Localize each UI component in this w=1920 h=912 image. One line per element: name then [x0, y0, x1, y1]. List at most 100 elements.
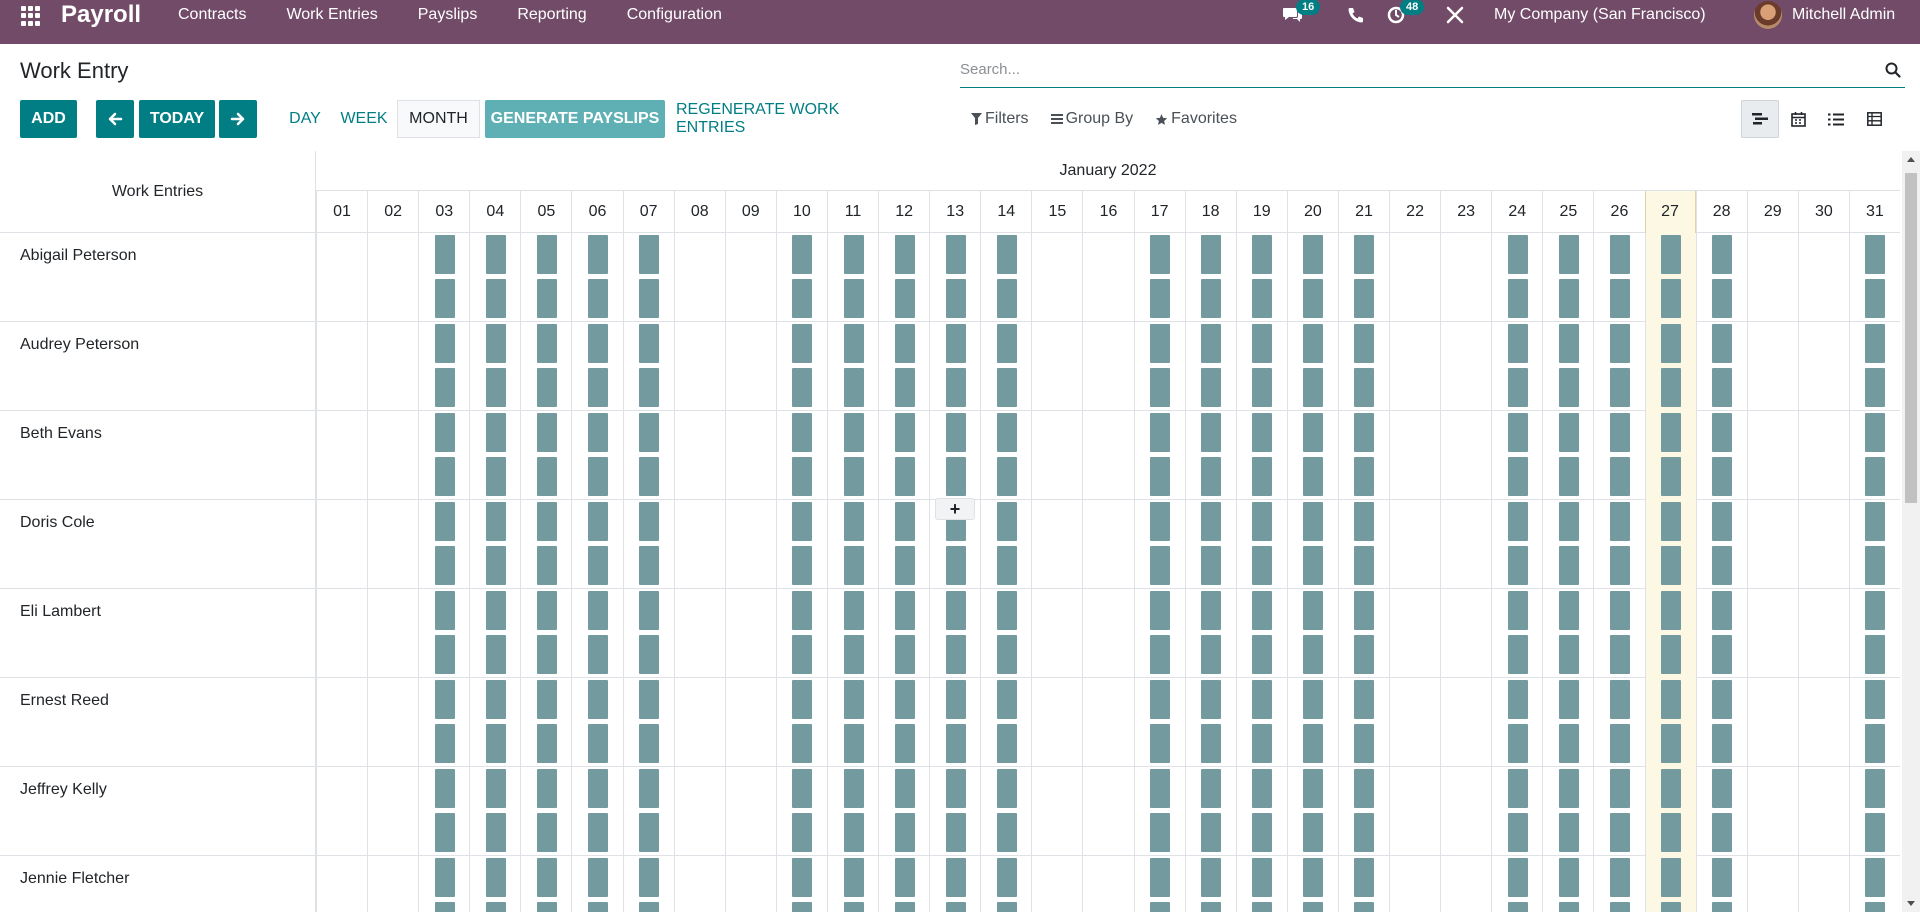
work-entry-pill[interactable] [536, 413, 557, 452]
gantt-cell-09[interactable] [724, 233, 776, 322]
gantt-cell-14[interactable] [980, 856, 1031, 912]
gantt-cell-27[interactable] [1644, 678, 1696, 767]
gantt-cell-01[interactable] [316, 233, 367, 322]
work-entry-pill[interactable] [843, 324, 864, 363]
work-entry-pill[interactable] [1661, 279, 1682, 318]
gantt-cell-04[interactable] [469, 767, 520, 856]
work-entry-pill[interactable] [792, 769, 813, 808]
gantt-view-button[interactable] [1741, 100, 1779, 138]
gantt-cell-01[interactable] [316, 856, 367, 912]
gantt-cell-06[interactable] [571, 589, 622, 678]
work-entry-pill[interactable] [1252, 724, 1273, 763]
work-entry-pill[interactable] [1712, 457, 1733, 496]
work-entry-pill[interactable] [434, 413, 455, 452]
work-entry-pill[interactable] [639, 813, 660, 852]
work-entry-pill[interactable] [639, 680, 660, 719]
gantt-cell-28[interactable] [1695, 322, 1747, 411]
work-entry-pill[interactable] [1712, 324, 1733, 363]
work-entry-pill[interactable] [1354, 635, 1375, 674]
work-entry-pill[interactable] [639, 635, 660, 674]
gantt-cell-21[interactable] [1337, 233, 1389, 322]
work-entry-pill[interactable] [843, 457, 864, 496]
gantt-cell-15[interactable] [1031, 233, 1082, 322]
work-entry-pill[interactable] [536, 324, 557, 363]
work-entry-pill[interactable] [1354, 902, 1375, 912]
gantt-cell-24[interactable] [1491, 411, 1542, 500]
work-entry-pill[interactable] [1303, 413, 1324, 452]
work-entry-pill[interactable] [1712, 235, 1733, 274]
gantt-cell-12[interactable] [878, 500, 929, 589]
gantt-cell-14[interactable] [980, 678, 1031, 767]
work-entry-pill[interactable] [843, 368, 864, 407]
gantt-cell-26[interactable] [1593, 233, 1644, 322]
gantt-cell-10[interactable] [775, 322, 827, 411]
work-entry-pill[interactable] [1609, 279, 1630, 318]
work-entry-pill[interactable] [1354, 680, 1375, 719]
gantt-cell-04[interactable] [469, 500, 520, 589]
work-entry-pill[interactable] [1661, 591, 1682, 630]
gantt-cell-08[interactable] [673, 411, 725, 500]
work-entry-pill[interactable] [588, 769, 609, 808]
gantt-cell-22[interactable] [1389, 678, 1440, 767]
work-entry-pill[interactable] [485, 902, 506, 912]
work-entry-pill[interactable] [639, 591, 660, 630]
work-entry-pill[interactable] [1150, 413, 1171, 452]
work-entry-pill[interactable] [536, 858, 557, 897]
work-entry-pill[interactable] [1865, 724, 1886, 763]
work-entry-pill[interactable] [792, 502, 813, 541]
work-entry-pill[interactable] [1354, 457, 1375, 496]
work-entry-pill[interactable] [945, 413, 966, 452]
work-entry-pill[interactable] [1150, 902, 1171, 912]
menu-configuration[interactable]: Configuration [627, 0, 722, 30]
work-entry-pill[interactable] [1661, 457, 1682, 496]
work-entry-pill[interactable] [1507, 769, 1528, 808]
gantt-cell-13[interactable] [929, 678, 980, 767]
work-entry-pill[interactable] [1303, 502, 1324, 541]
gantt-cell-01[interactable] [316, 500, 367, 589]
previous-button[interactable] [96, 100, 134, 138]
work-entry-pill[interactable] [1661, 680, 1682, 719]
gantt-cell-21[interactable] [1337, 411, 1389, 500]
gantt-cell-05[interactable] [520, 856, 571, 912]
search-input[interactable] [960, 56, 1860, 82]
gantt-cell-04[interactable] [469, 678, 520, 767]
work-entry-pill[interactable] [434, 368, 455, 407]
work-entry-pill[interactable] [996, 413, 1017, 452]
work-entry-pill[interactable] [1712, 591, 1733, 630]
work-entry-pill[interactable] [1865, 769, 1886, 808]
gantt-cell-07[interactable] [622, 233, 674, 322]
work-entry-pill[interactable] [996, 680, 1017, 719]
work-entry-pill[interactable] [1252, 413, 1273, 452]
work-entry-pill[interactable] [843, 546, 864, 585]
work-entry-pill[interactable] [843, 769, 864, 808]
work-entry-pill[interactable] [588, 368, 609, 407]
gantt-cell-24[interactable] [1491, 678, 1542, 767]
work-entry-pill[interactable] [945, 724, 966, 763]
work-entry-pill[interactable] [485, 368, 506, 407]
work-entry-pill[interactable] [843, 279, 864, 318]
work-entry-pill[interactable] [843, 591, 864, 630]
work-entry-pill[interactable] [434, 546, 455, 585]
work-entry-pill[interactable] [588, 635, 609, 674]
gantt-cell-04[interactable] [469, 856, 520, 912]
work-entry-pill[interactable] [792, 235, 813, 274]
work-entry-pill[interactable] [1558, 368, 1579, 407]
gantt-cell-03[interactable] [418, 500, 469, 589]
gantt-cell-24[interactable] [1491, 233, 1542, 322]
gantt-cell-16[interactable] [1082, 856, 1133, 912]
gantt-cell-02[interactable] [367, 678, 418, 767]
work-entry-pill[interactable] [1558, 279, 1579, 318]
gantt-cell-20[interactable] [1286, 500, 1338, 589]
work-entry-pill[interactable] [1609, 813, 1630, 852]
work-entry-pill[interactable] [894, 235, 915, 274]
work-entry-pill[interactable] [894, 413, 915, 452]
work-entry-pill[interactable] [639, 902, 660, 912]
work-entry-pill[interactable] [1507, 902, 1528, 912]
work-entry-pill[interactable] [1303, 635, 1324, 674]
gantt-cell-21[interactable] [1337, 678, 1389, 767]
gantt-cell-05[interactable] [520, 500, 571, 589]
work-entry-pill[interactable] [1507, 235, 1528, 274]
work-entry-pill[interactable] [1252, 902, 1273, 912]
menu-contracts[interactable]: Contracts [178, 0, 246, 30]
gantt-cell-05[interactable] [520, 233, 571, 322]
